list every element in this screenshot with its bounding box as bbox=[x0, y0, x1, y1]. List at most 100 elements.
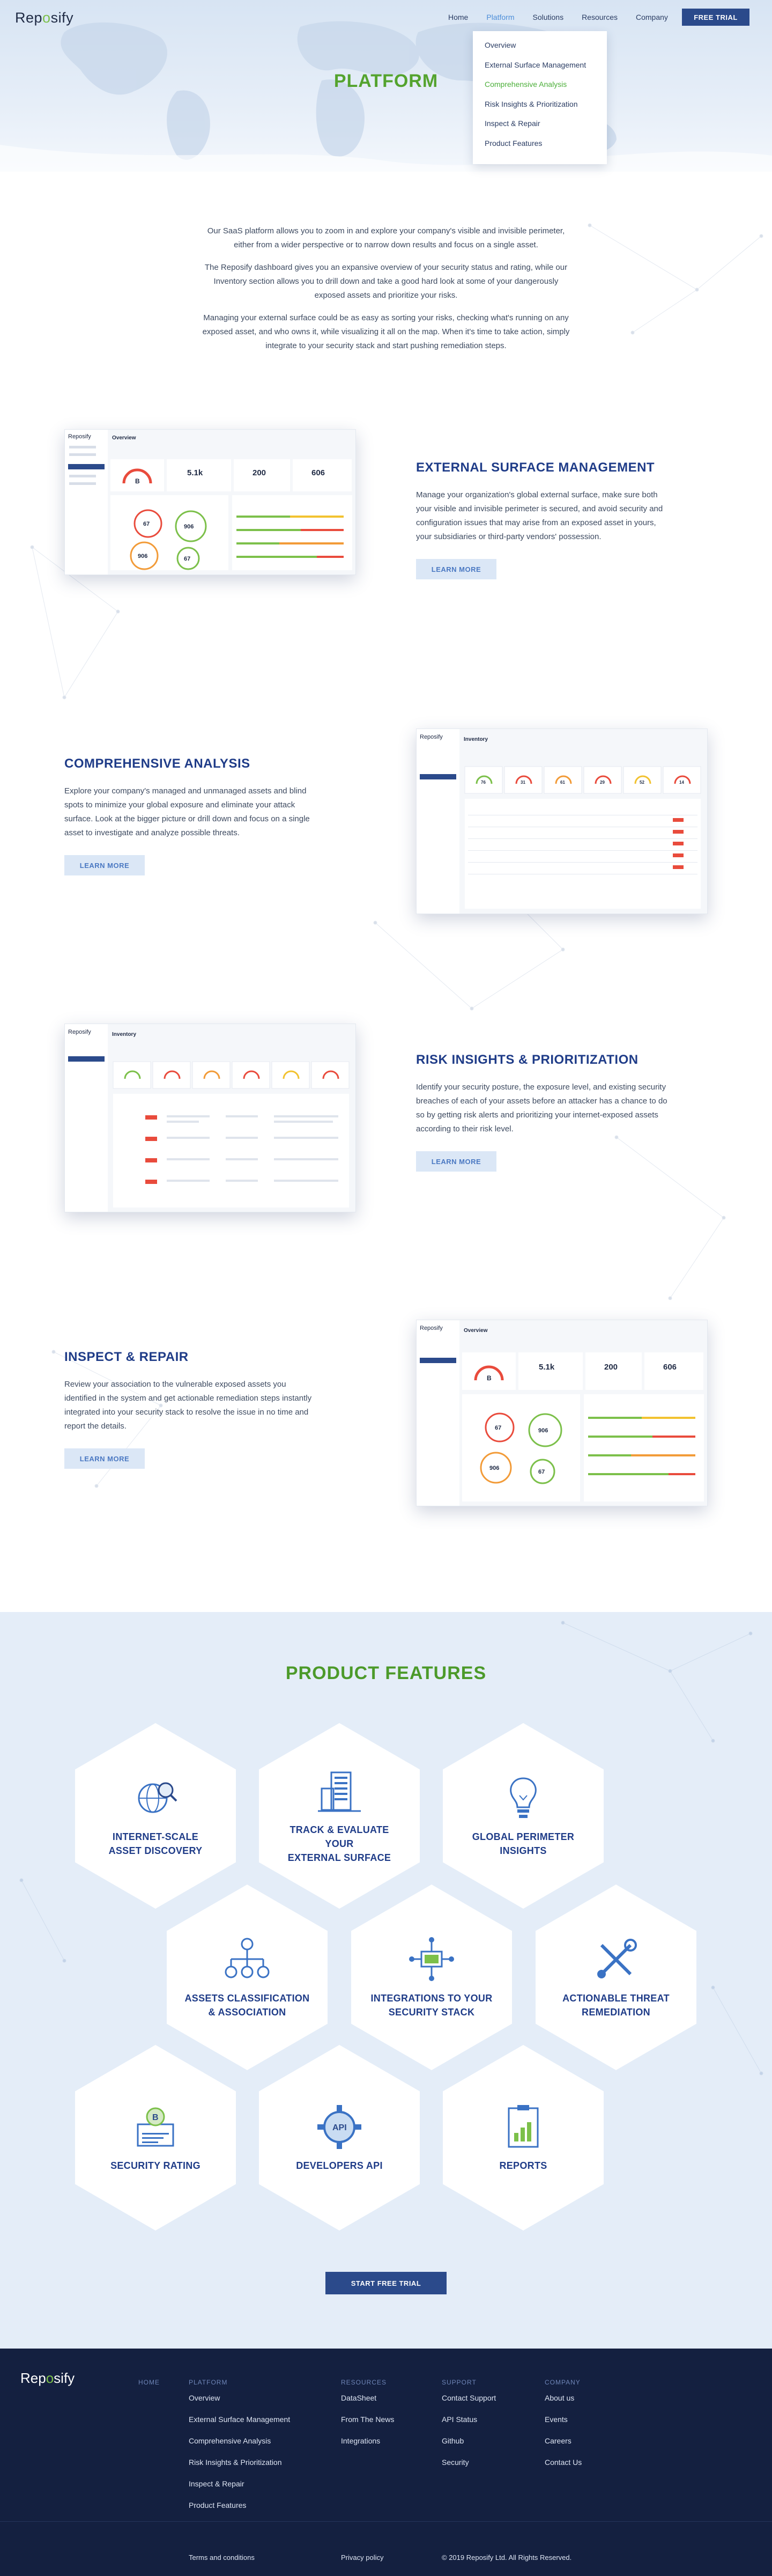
dashboard-overview-graphic: Reposify Overview B 5.1k 200 606 67 906 … bbox=[65, 430, 355, 575]
copyright-text: © 2019 Reposify Ltd. All Rights Reserved… bbox=[442, 2553, 572, 2562]
inspect-repair-graphic: Reposify Overview B 5.1k 200 606 67 906 … bbox=[417, 1320, 707, 1506]
feature-label: REPORTS bbox=[499, 2160, 547, 2171]
footer-heading: SUPPORT bbox=[442, 2379, 477, 2386]
dropdown-item-inspect-repair[interactable]: Inspect & Repair bbox=[485, 119, 595, 139]
hero-section: Reposify Home Platform Solutions Resourc… bbox=[0, 0, 772, 172]
footer-link[interactable]: Integrations bbox=[341, 2437, 394, 2458]
footer-link-home[interactable]: HOME bbox=[138, 2379, 160, 2386]
intro-text: Our SaaS platform allows you to zoom in … bbox=[198, 224, 574, 362]
section-comprehensive-analysis: COMPREHENSIVE ANALYSIS Explore your comp… bbox=[64, 756, 316, 875]
section-external-surface: EXTERNAL SURFACE MANAGEMENT Manage your … bbox=[416, 460, 668, 579]
product-features-section: PRODUCT FEATURES INTERNET-SCALE ASSET DIS… bbox=[0, 1612, 772, 2349]
dropdown-item-overview[interactable]: Overview bbox=[485, 41, 595, 61]
section-description: Identify your security posture, the expo… bbox=[416, 1083, 667, 1134]
footer-logo[interactable]: Reposify bbox=[20, 2370, 75, 2387]
dropdown-item-product-features[interactable]: Product Features bbox=[485, 139, 595, 159]
dropdown-item-external-surface[interactable]: External Surface Management bbox=[485, 61, 595, 80]
inventory-screenshot: Reposify Inventory 76 31 61 29 52 14 bbox=[416, 728, 708, 914]
svg-text:Reposify: Reposify bbox=[68, 1029, 91, 1035]
feature-label: GLOBAL PERIMETER INSIGHTS bbox=[472, 1831, 575, 1856]
footer-link[interactable]: Product Features bbox=[189, 2501, 290, 2522]
footer-link[interactable]: From The News bbox=[341, 2415, 394, 2437]
footer-link[interactable]: About us bbox=[545, 2394, 582, 2415]
reposify-logo[interactable]: Reposify bbox=[15, 10, 73, 26]
svg-text:Reposify: Reposify bbox=[68, 433, 91, 440]
feature-label: ASSETS CLASSIFICATION & ASSOCIATION bbox=[184, 1993, 310, 2018]
footer-link[interactable]: Github bbox=[442, 2437, 496, 2458]
free-trial-button[interactable]: FREE TRIAL bbox=[682, 9, 749, 26]
dropdown-item-risk-insights[interactable]: Risk Insights & Prioritization bbox=[485, 100, 595, 120]
learn-more-button[interactable]: LEARN MORE bbox=[64, 1448, 145, 1469]
svg-text:906: 906 bbox=[489, 1465, 499, 1471]
svg-text:67: 67 bbox=[143, 521, 150, 527]
section-title: EXTERNAL SURFACE MANAGEMENT bbox=[416, 460, 655, 475]
svg-text:200: 200 bbox=[253, 468, 266, 477]
intro-paragraph: Our SaaS platform allows you to zoom in … bbox=[207, 226, 565, 249]
section-title: COMPREHENSIVE ANALYSIS bbox=[64, 756, 250, 771]
svg-text:B: B bbox=[135, 477, 140, 485]
nav-solutions[interactable]: Solutions bbox=[532, 13, 563, 21]
footer-col-resources: RESOURCES DataSheet From The News Integr… bbox=[341, 2379, 394, 2458]
footer-col-home: HOME bbox=[138, 2379, 160, 2394]
feature-label: ACTIONABLE THREAT REMEDIATION bbox=[562, 1993, 670, 2018]
svg-text:Overview: Overview bbox=[464, 1328, 488, 1334]
svg-text:5.1k: 5.1k bbox=[187, 468, 203, 477]
svg-text:5.1k: 5.1k bbox=[539, 1363, 555, 1372]
footer-col-platform: PLATFORM Overview External Surface Manag… bbox=[189, 2379, 290, 2522]
svg-text:API: API bbox=[332, 2123, 347, 2132]
svg-text:29: 29 bbox=[600, 780, 605, 785]
feature-label: INTEGRATIONS TO YOUR SECURITY STACK bbox=[370, 1993, 493, 2018]
footer-link[interactable]: Risk Insights & Prioritization bbox=[189, 2458, 290, 2479]
footer-link[interactable]: Overview bbox=[189, 2394, 290, 2415]
learn-more-button[interactable]: LEARN MORE bbox=[64, 855, 145, 875]
footer-link[interactable]: DataSheet bbox=[341, 2394, 394, 2415]
nav-platform[interactable]: Platform bbox=[486, 13, 514, 21]
svg-text:Overview: Overview bbox=[112, 435, 136, 441]
svg-text:14: 14 bbox=[679, 780, 684, 785]
section-title: RISK INSIGHTS & PRIORITIZATION bbox=[416, 1053, 639, 1067]
svg-text:B: B bbox=[152, 2113, 159, 2122]
footer-link[interactable]: External Surface Management bbox=[189, 2415, 290, 2437]
hierarchy-icon bbox=[225, 1938, 270, 1978]
footer-col-company: COMPANY About us Events Careers Contact … bbox=[545, 2379, 582, 2479]
svg-text:200: 200 bbox=[604, 1363, 618, 1372]
api-gear-icon: API bbox=[317, 2105, 361, 2149]
svg-text:67: 67 bbox=[184, 556, 190, 562]
inspect-repair-screenshot: Reposify Overview B 5.1k 200 606 67 906 … bbox=[416, 1320, 708, 1506]
footer-link[interactable]: API Status bbox=[442, 2415, 496, 2437]
footer-link[interactable]: Events bbox=[545, 2415, 582, 2437]
dashboard-overview-screenshot: Reposify Overview B 5.1k 200 606 67 906 … bbox=[64, 429, 356, 575]
start-free-trial-button[interactable]: START FREE TRIAL bbox=[325, 2272, 447, 2294]
svg-text:67: 67 bbox=[495, 1425, 501, 1431]
lightbulb-icon bbox=[510, 1777, 537, 1818]
footer-link[interactable]: Comprehensive Analysis bbox=[189, 2437, 290, 2458]
section-description: Manage your organization's global extern… bbox=[416, 490, 663, 541]
footer-link[interactable]: Contact Support bbox=[442, 2394, 496, 2415]
svg-text:Inventory: Inventory bbox=[464, 737, 488, 742]
svg-text:906: 906 bbox=[538, 1427, 548, 1434]
main-nav: Home Platform Solutions Resources Compan… bbox=[448, 13, 686, 21]
learn-more-button[interactable]: LEARN MORE bbox=[416, 559, 496, 579]
footer-heading: RESOURCES bbox=[341, 2379, 387, 2386]
footer: Reposify HOME PLATFORM Overview External… bbox=[0, 2349, 772, 2576]
footer-link[interactable]: Inspect & Repair bbox=[189, 2479, 290, 2501]
svg-text:906: 906 bbox=[184, 524, 194, 530]
nav-home[interactable]: Home bbox=[448, 13, 468, 21]
svg-text:B: B bbox=[487, 1374, 492, 1382]
learn-more-button[interactable]: LEARN MORE bbox=[416, 1151, 496, 1172]
nav-resources[interactable]: Resources bbox=[582, 13, 618, 21]
footer-col-support: SUPPORT Contact Support API Status Githu… bbox=[442, 2379, 496, 2479]
svg-text:906: 906 bbox=[138, 553, 147, 560]
footer-link[interactable]: Contact Us bbox=[545, 2458, 582, 2479]
terms-link[interactable]: Terms and conditions bbox=[189, 2553, 255, 2562]
privacy-link[interactable]: Privacy policy bbox=[341, 2553, 383, 2562]
section-description: Explore your company's managed and unman… bbox=[64, 786, 310, 837]
footer-link[interactable]: Security bbox=[442, 2458, 496, 2479]
svg-text:52: 52 bbox=[640, 780, 644, 785]
footer-link[interactable]: Careers bbox=[545, 2437, 582, 2458]
report-icon bbox=[508, 2105, 539, 2148]
footer-heading: COMPANY bbox=[545, 2379, 581, 2386]
inventory-graphic: Reposify Inventory 76 31 61 29 52 14 bbox=[417, 729, 707, 914]
dropdown-item-comprehensive-analysis[interactable]: Comprehensive Analysis bbox=[485, 80, 595, 100]
nav-company[interactable]: Company bbox=[636, 13, 668, 21]
